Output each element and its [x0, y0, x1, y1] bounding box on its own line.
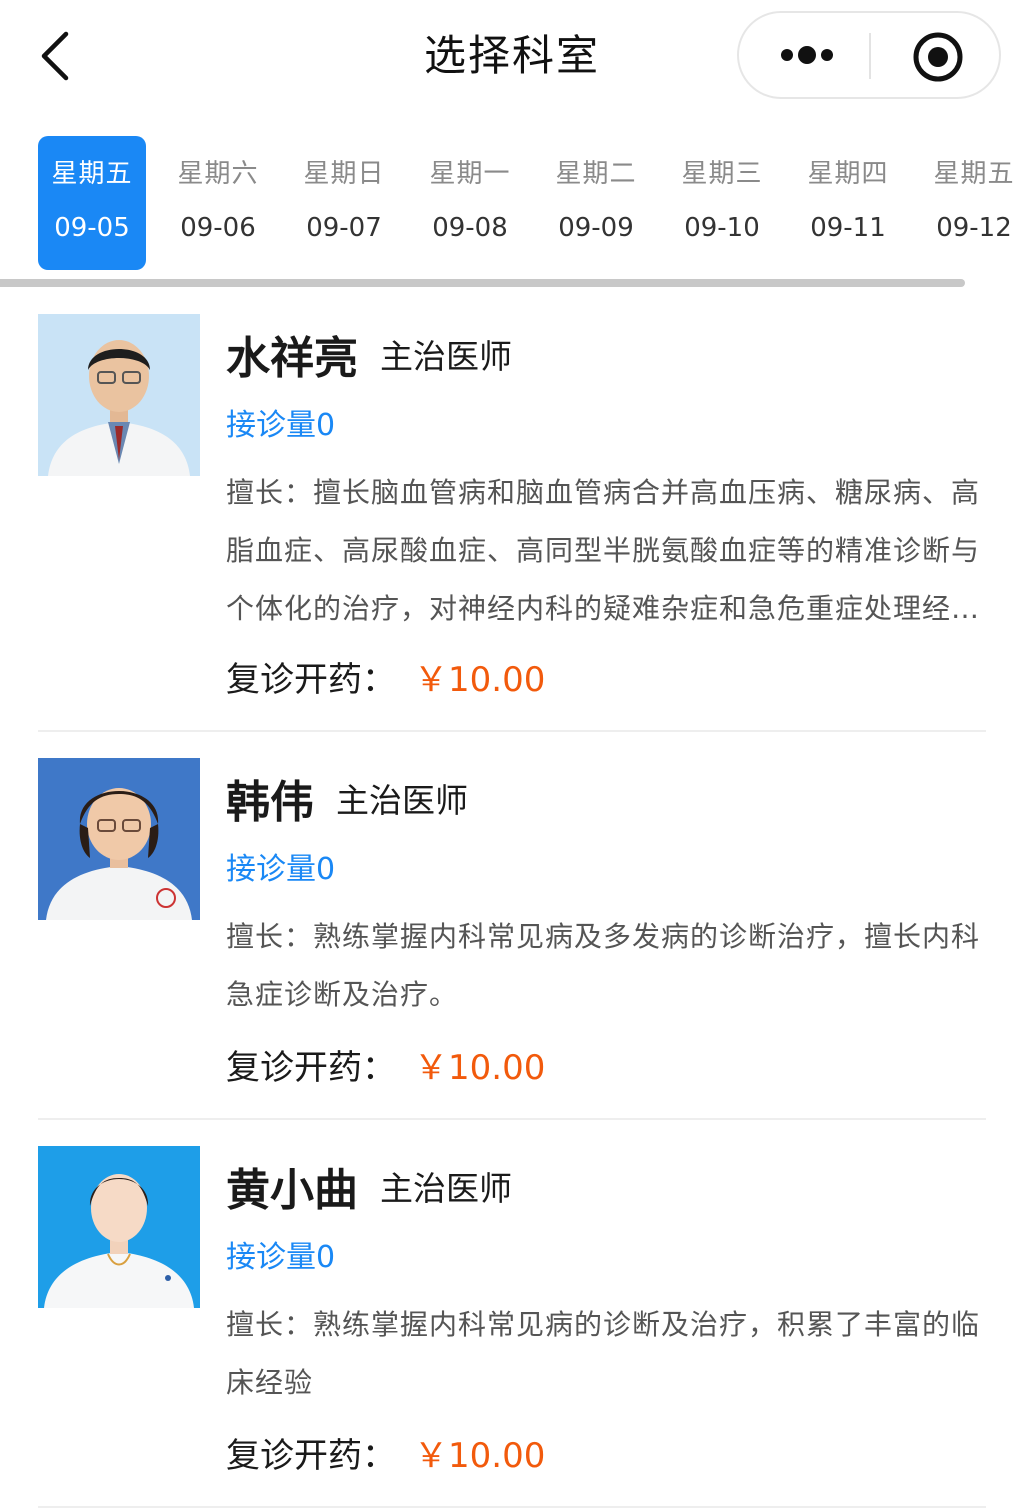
price-row: 复诊开药： ￥10.00: [226, 1040, 545, 1089]
date-tab[interactable]: 星期六 09-06: [164, 136, 272, 270]
visit-count: 接诊量0: [226, 852, 336, 887]
doctor-rank: 主治医师: [380, 337, 512, 376]
target-close-icon: [913, 32, 963, 82]
doctor-name-row: 水祥亮 主治医师: [226, 322, 512, 386]
date-tab-weekday: 星期五: [51, 159, 133, 189]
doctor-card[interactable]: 水祥亮 主治医师 接诊量0 擅长：擅长脑血管病和脑血管病合并高血压病、糖尿病、高脂…: [38, 314, 986, 734]
card-divider: [38, 1118, 986, 1120]
close-button[interactable]: [911, 30, 965, 84]
doctor-name: 韩伟: [226, 777, 314, 828]
capsule-divider: [869, 33, 871, 79]
doctor-rank: 主治医师: [380, 1169, 512, 1208]
price-value: ￥10.00: [414, 1048, 546, 1088]
date-tab-weekday: 星期五: [933, 159, 1015, 189]
date-tab[interactable]: 星期五 09-12: [920, 136, 1024, 270]
doctor-specialty: 擅长：熟练掌握内科常见病及多发病的诊断治疗，擅长内科急症诊断及治疗。: [226, 920, 981, 1011]
doctor-photo: [38, 314, 200, 476]
date-tab[interactable]: 星期二 09-09: [542, 136, 650, 270]
date-tab-date: 09-09: [558, 213, 634, 243]
doctor-card[interactable]: 韩伟 主治医师 接诊量0 擅长：熟练掌握内科常见病及多发病的诊断治疗，擅长内科急症…: [38, 758, 986, 1122]
date-tab[interactable]: 星期四 09-11: [794, 136, 902, 270]
date-tab-date: 09-08: [432, 213, 508, 243]
price-value: ￥10.00: [414, 660, 546, 700]
price-row: 复诊开药： ￥10.00: [226, 652, 545, 701]
date-tab[interactable]: 星期日 09-07: [290, 136, 398, 270]
date-tab-date: 09-12: [936, 213, 1012, 243]
visit-count: 接诊量0: [226, 1240, 336, 1275]
price-label: 复诊开药：: [226, 1436, 396, 1476]
date-tab-date: 09-05: [54, 213, 130, 243]
price-label: 复诊开药：: [226, 660, 396, 700]
date-tab-weekday: 星期一: [429, 159, 511, 189]
price-value: ￥10.00: [414, 1436, 546, 1476]
date-tab-date: 09-07: [306, 213, 382, 243]
doctor-name-row: 韩伟 主治医师: [226, 766, 468, 830]
doctor-name-row: 黄小曲 主治医师: [226, 1154, 512, 1218]
date-tab-weekday: 星期日: [303, 159, 385, 189]
date-tab-date: 09-11: [810, 213, 886, 243]
date-tab[interactable]: 星期一 09-08: [416, 136, 524, 270]
nav-bar: 选择科室: [0, 0, 1024, 110]
doctor-rank: 主治医师: [336, 781, 468, 820]
date-tab[interactable]: 星期三 09-10: [668, 136, 776, 270]
date-tab-date: 09-10: [684, 213, 760, 243]
date-tab-weekday: 星期四: [807, 159, 889, 189]
doctor-photo: [38, 1146, 200, 1308]
doctor-name: 黄小曲: [226, 1165, 358, 1216]
mini-program-capsule: [737, 11, 1001, 99]
more-dots-icon: [781, 46, 833, 64]
doctor-name: 水祥亮: [226, 333, 358, 384]
card-divider: [38, 1506, 986, 1508]
price-row: 复诊开药： ￥10.00: [226, 1428, 545, 1477]
more-button[interactable]: [763, 27, 847, 83]
date-tab-weekday: 星期六: [177, 159, 259, 189]
price-label: 复诊开药：: [226, 1048, 396, 1088]
date-tab-weekday: 星期三: [681, 159, 763, 189]
doctor-specialty: 擅长：熟练掌握内科常见病的诊断及治疗，积累了丰富的临床经验: [226, 1308, 981, 1399]
visit-count: 接诊量0: [226, 408, 336, 443]
doctor-card[interactable]: 黄小曲 主治医师 接诊量0 擅长：熟练掌握内科常见病的诊断及治疗，积累了丰富的临床…: [38, 1146, 986, 1510]
card-divider: [38, 730, 986, 732]
date-tab[interactable]: 星期五 09-05: [38, 136, 146, 270]
horizontal-scrollbar[interactable]: [0, 279, 965, 287]
date-tabs: 星期五 09-05 星期六 09-06 星期日 09-07 星期一 09-08 …: [0, 136, 1024, 270]
doctor-photo: [38, 758, 200, 920]
date-tab-date: 09-06: [180, 213, 256, 243]
date-tab-weekday: 星期二: [555, 159, 637, 189]
doctor-specialty: 擅长：擅长脑血管病和脑血管病合并高血压病、糖尿病、高脂血症、高尿酸血症、高同型半…: [226, 476, 981, 625]
